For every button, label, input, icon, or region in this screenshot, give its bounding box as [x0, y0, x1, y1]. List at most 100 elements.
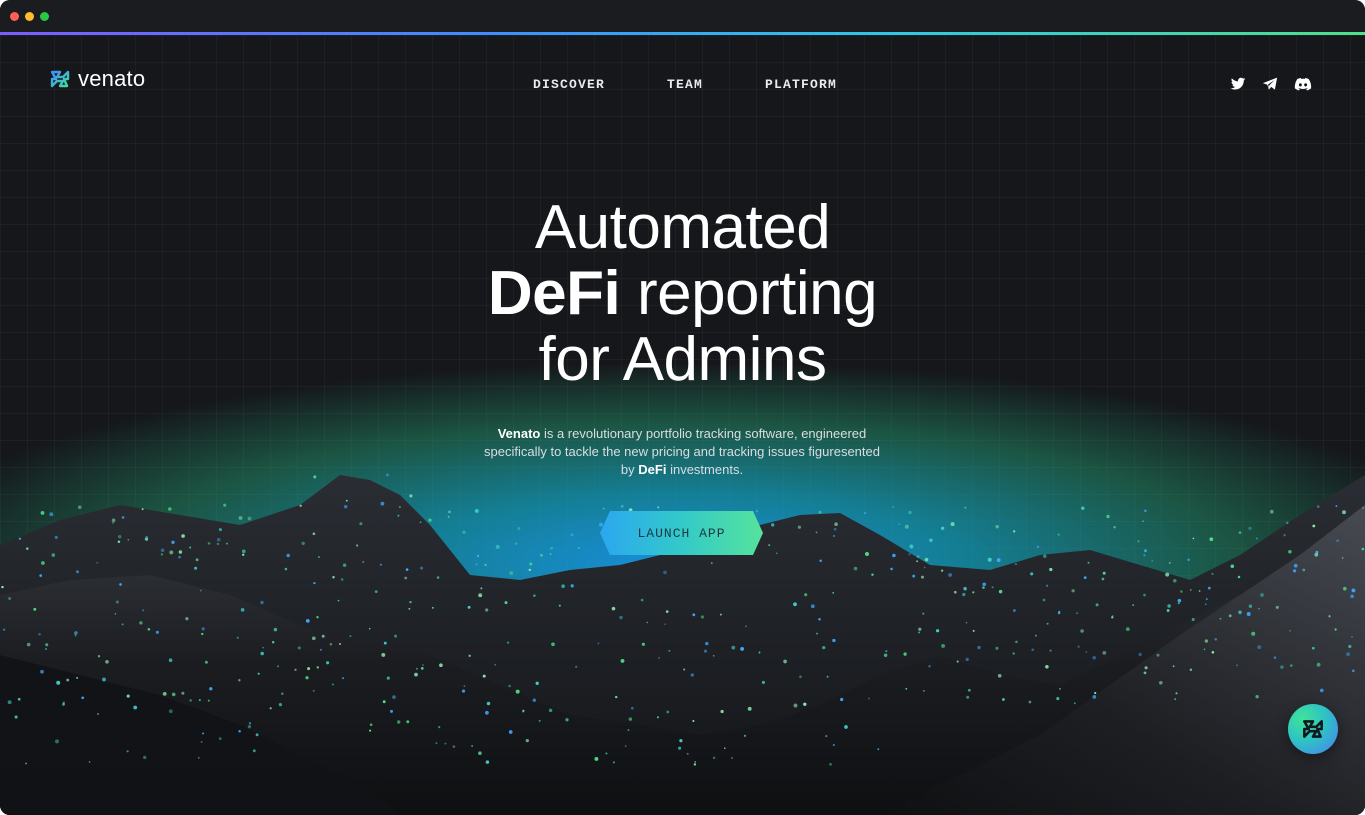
sparkle-dot	[1248, 604, 1253, 608]
sparkle-dot	[380, 501, 385, 506]
sparkle-dot	[1144, 549, 1147, 553]
sparkle-dot	[143, 755, 147, 760]
sparkle-dot	[420, 566, 424, 570]
sparkle-dot	[825, 735, 828, 738]
window-titlebar	[0, 0, 1365, 32]
sparkle-dot	[277, 665, 279, 668]
sparkle-dot	[1342, 510, 1346, 515]
sparkle-dot	[1071, 589, 1075, 593]
sparkle-dot	[529, 562, 533, 566]
sparkle-dot	[1335, 505, 1338, 507]
sparkle-dot	[898, 523, 901, 526]
sparkle-dot	[558, 604, 561, 607]
browser-window: venato DISCOVER TEAM PLATFORM Automated …	[0, 0, 1365, 815]
sparkle-dot	[997, 673, 1002, 678]
telegram-icon[interactable]	[1261, 75, 1279, 93]
sparkle-dot	[1177, 598, 1182, 603]
brand-logo[interactable]: venato	[48, 66, 145, 92]
sparkle-dot	[329, 643, 333, 646]
sparkle-dot	[1168, 561, 1171, 564]
nav-team[interactable]: TEAM	[667, 77, 703, 92]
sparkle-dot	[972, 629, 975, 632]
nav-discover[interactable]: DISCOVER	[533, 77, 605, 92]
sparkle-dot	[201, 632, 204, 636]
sparkle-dot	[260, 651, 264, 656]
sparkle-dot	[758, 651, 761, 654]
sparkle-dot	[916, 555, 920, 558]
sparkle-dot	[1198, 590, 1201, 592]
sparkle-dot	[829, 762, 832, 766]
sparkle-dot	[892, 553, 896, 558]
sparkle-dot	[624, 745, 627, 747]
sparkle-dot	[45, 648, 47, 650]
close-window-button[interactable]	[10, 12, 19, 21]
sparkle-dot	[1346, 652, 1350, 657]
sparkle-dot	[409, 600, 412, 604]
sparkle-dot	[1302, 568, 1306, 572]
sparkle-dot	[909, 544, 914, 549]
sparkle-dot	[982, 586, 985, 589]
floating-chat-button[interactable]	[1288, 704, 1338, 754]
sparkle-dot	[56, 680, 61, 685]
sparkle-dot	[133, 705, 138, 710]
sparkle-dot	[398, 506, 401, 509]
launch-app-button[interactable]: LAUNCH APP	[600, 511, 763, 555]
sparkle-dot	[145, 536, 149, 539]
sparkle-dot	[162, 692, 167, 696]
maximize-window-button[interactable]	[40, 12, 49, 21]
sparkle-dot	[1192, 537, 1195, 540]
sparkle-dot	[940, 526, 945, 530]
sparkle-dot	[386, 676, 390, 680]
sparkle-dot	[1076, 612, 1079, 615]
sparkle-dot	[7, 700, 12, 705]
sparkle-dot	[577, 547, 580, 549]
sparkle-dot	[871, 573, 874, 576]
sparkle-dot	[1255, 537, 1258, 540]
sparkle-dot	[686, 752, 689, 755]
nav-platform[interactable]: PLATFORM	[765, 77, 837, 92]
sparkle-dot	[340, 578, 344, 581]
sparkle-dot	[1028, 700, 1032, 704]
sparkle-dot	[966, 695, 970, 699]
sparkle-dot	[312, 689, 315, 692]
sparkle-dot	[332, 576, 335, 579]
sparkle-dot	[1036, 545, 1040, 549]
sparkle-dot	[1288, 549, 1292, 554]
sparkle-dot	[864, 512, 867, 515]
sparkle-dot	[1237, 575, 1241, 579]
sparkle-dot	[117, 534, 122, 539]
sparkle-dot	[66, 678, 70, 682]
twitter-icon[interactable]	[1229, 75, 1247, 93]
sparkle-dot	[121, 516, 125, 519]
sparkle-dot	[317, 556, 320, 558]
sparkle-dot	[783, 659, 787, 664]
sparkle-dot	[345, 499, 348, 502]
sparkle-dot	[1314, 552, 1319, 557]
sparkle-dot	[892, 506, 895, 508]
sparkle-dot	[775, 552, 778, 555]
sparkle-dot	[1191, 618, 1195, 621]
sparkle-dot	[305, 619, 310, 623]
sparkle-dot	[818, 510, 822, 514]
sparkle-dot	[816, 632, 818, 635]
sparkle-dot	[312, 532, 316, 536]
sparkle-dot	[1187, 558, 1190, 562]
sparkle-dot	[683, 668, 686, 671]
sparkle-dot	[803, 702, 807, 706]
sparkle-dot	[216, 542, 220, 546]
sparkle-dot	[948, 573, 952, 577]
sparkle-dot	[663, 570, 667, 575]
sparkle-dot	[1156, 653, 1160, 657]
discord-icon[interactable]	[1293, 75, 1313, 93]
sparkle-dot	[484, 563, 487, 567]
sparkle-dot	[1230, 564, 1235, 569]
sparkle-dot	[471, 745, 473, 747]
sparkle-dot	[195, 558, 199, 562]
minimize-window-button[interactable]	[25, 12, 34, 21]
hero-line-1: Automated	[534, 193, 831, 262]
sparkle-dot	[826, 675, 829, 678]
sparkle-dot	[995, 646, 999, 650]
sparkle-dot	[178, 555, 181, 559]
sparkle-dot	[1031, 648, 1034, 652]
sparkle-dot	[565, 718, 569, 722]
